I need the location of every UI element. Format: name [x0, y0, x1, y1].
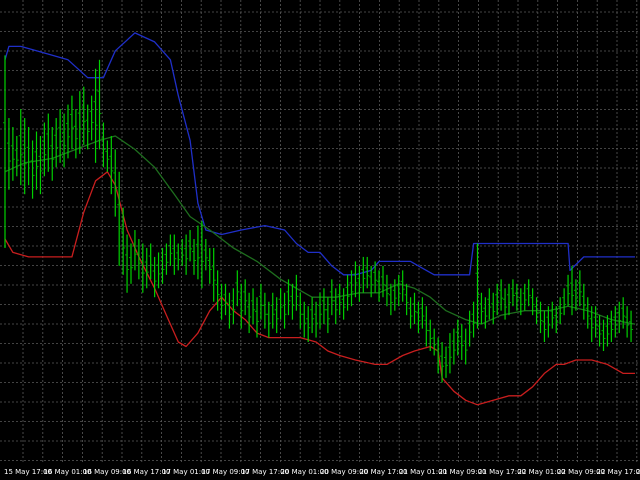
series-layer	[3, 32, 636, 406]
chart: 15 May 17:00 16 May 01:00 16 May 09:00 16 M…	[0, 0, 640, 480]
chart-plot-area: 15 May 17:0016 May 01:0016 May 09:0016 M…	[0, 0, 640, 476]
price-bars	[3, 55, 634, 383]
x-tick-label: 22 May 17:00	[597, 468, 640, 476]
x-tick-label: 23	[636, 468, 640, 476]
x-axis: 15 May 17:0016 May 01:0016 May 09:0016 M…	[4, 468, 640, 476]
